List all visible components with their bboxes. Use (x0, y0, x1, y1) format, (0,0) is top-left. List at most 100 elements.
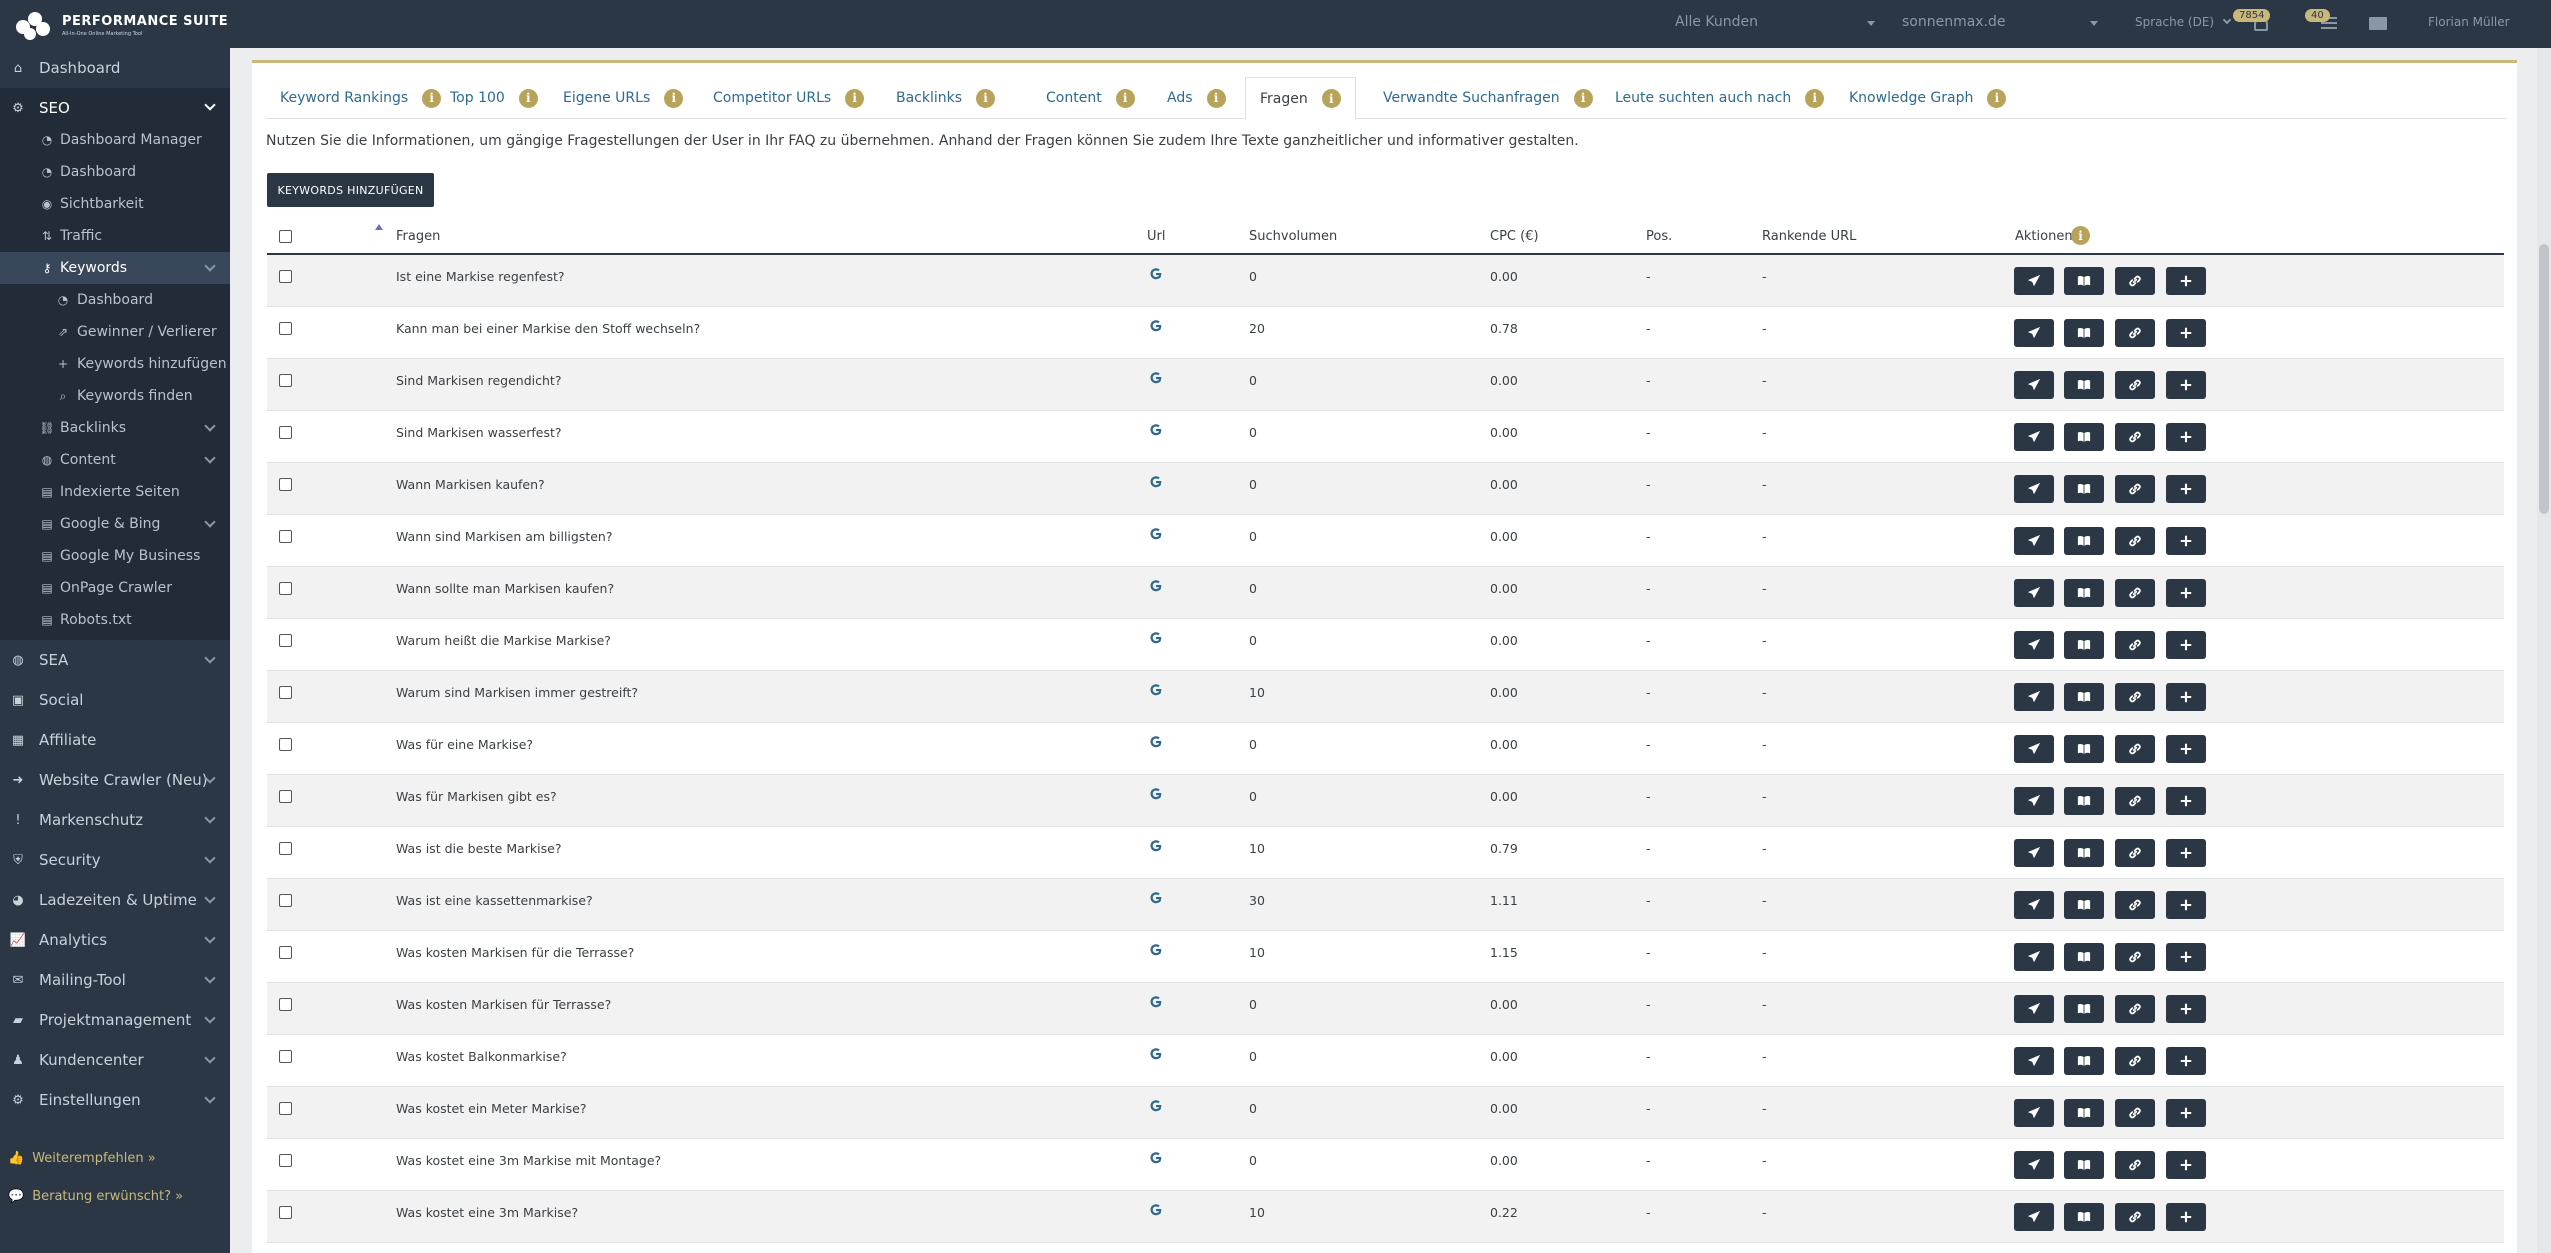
scrollbar[interactable] (2537, 48, 2551, 1253)
google-icon[interactable] (1149, 1047, 1163, 1061)
link-button[interactable] (2115, 371, 2155, 399)
row-checkbox[interactable] (279, 1154, 292, 1167)
book-button[interactable] (2064, 527, 2104, 555)
add-button[interactable] (2166, 943, 2206, 971)
google-icon[interactable] (1149, 735, 1163, 749)
info-icon[interactable]: i (518, 88, 538, 108)
send-button[interactable] (2014, 735, 2054, 763)
google-icon[interactable] (1149, 943, 1163, 957)
send-button[interactable] (2014, 995, 2054, 1023)
info-icon[interactable]: i (1573, 88, 1593, 108)
sidebar-sub-robots[interactable]: ▤ Robots.txt (0, 604, 230, 636)
domain-select[interactable]: sonnenmax.de (1902, 14, 2098, 30)
send-button[interactable] (2014, 1099, 2054, 1127)
col-header-ranking-url[interactable]: Rankende URL (1762, 229, 1856, 244)
app-logo[interactable]: PERFORMANCE SUITE All-In-One Online Mark… (14, 8, 244, 42)
info-icon[interactable]: i (1321, 89, 1341, 108)
tab-verwandte-suchanfragen[interactable]: Verwandte Suchanfragen i (1369, 77, 1607, 119)
add-button[interactable] (2166, 475, 2206, 503)
link-button[interactable] (2115, 475, 2155, 503)
send-button[interactable] (2014, 527, 2054, 555)
add-button[interactable] (2166, 839, 2206, 867)
google-icon[interactable] (1149, 683, 1163, 697)
google-icon[interactable] (1149, 1099, 1163, 1113)
google-icon[interactable] (1149, 527, 1163, 541)
book-button[interactable] (2064, 475, 2104, 503)
info-icon[interactable]: i (664, 88, 684, 108)
link-button[interactable] (2115, 683, 2155, 711)
add-button[interactable] (2166, 735, 2206, 763)
sidebar-sub-dashboard[interactable]: ◔ Dashboard (0, 156, 230, 188)
send-button[interactable] (2014, 1151, 2054, 1179)
row-checkbox[interactable] (279, 738, 292, 751)
link-button[interactable] (2115, 1203, 2155, 1231)
sidebar-sub-keywords[interactable]: ⚷ Keywords (0, 252, 230, 284)
google-icon[interactable] (1149, 423, 1163, 437)
send-button[interactable] (2014, 579, 2054, 607)
sidebar-sub-gmb[interactable]: ▤ Google My Business (0, 540, 230, 572)
col-header-cpc[interactable]: CPC (€) (1490, 229, 1539, 244)
row-checkbox[interactable] (279, 1102, 292, 1115)
row-checkbox[interactable] (279, 894, 292, 907)
send-button[interactable] (2014, 423, 2054, 451)
send-button[interactable] (2014, 683, 2054, 711)
row-checkbox[interactable] (279, 1050, 292, 1063)
book-button[interactable] (2064, 1203, 2104, 1231)
sidebar-sub-content[interactable]: ◍ Content (0, 444, 230, 476)
row-checkbox[interactable] (279, 1206, 292, 1219)
link-button[interactable] (2115, 735, 2155, 763)
mail-icon[interactable] (2369, 17, 2387, 30)
language-select[interactable]: Sprache (DE) (2135, 15, 2232, 29)
row-checkbox[interactable] (279, 998, 292, 1011)
book-button[interactable] (2064, 1047, 2104, 1075)
info-icon[interactable]: i (976, 88, 996, 108)
google-icon[interactable] (1149, 267, 1163, 281)
tab-fragen[interactable]: Fragen i (1245, 77, 1356, 120)
google-icon[interactable] (1149, 319, 1163, 333)
google-icon[interactable] (1149, 371, 1163, 385)
select-all-checkbox[interactable] (279, 230, 292, 243)
link-button[interactable] (2115, 319, 2155, 347)
sidebar-sub-gewinner[interactable]: ⇗ Gewinner / Verlierer (0, 316, 230, 348)
add-button[interactable] (2166, 1151, 2206, 1179)
book-button[interactable] (2064, 943, 2104, 971)
add-button[interactable] (2166, 683, 2206, 711)
book-button[interactable] (2064, 683, 2104, 711)
send-button[interactable] (2014, 943, 2054, 971)
add-button[interactable] (2166, 1203, 2206, 1231)
send-button[interactable] (2014, 787, 2054, 815)
info-icon[interactable]: i (1805, 88, 1825, 108)
tab-backlinks[interactable]: Backlinks i (882, 77, 1009, 119)
add-button[interactable] (2166, 267, 2206, 295)
book-button[interactable] (2064, 319, 2104, 347)
row-checkbox[interactable] (279, 530, 292, 543)
add-button[interactable] (2166, 579, 2206, 607)
tab-ads[interactable]: Ads i (1153, 77, 1240, 119)
link-button[interactable] (2115, 1099, 2155, 1127)
info-icon[interactable]: i (1987, 88, 2007, 108)
tab-eigene-urls[interactable]: Eigene URLs i (549, 77, 697, 119)
add-button[interactable] (2166, 787, 2206, 815)
link-button[interactable] (2115, 631, 2155, 659)
book-button[interactable] (2064, 735, 2104, 763)
link-button[interactable] (2115, 579, 2155, 607)
book-button[interactable] (2064, 579, 2104, 607)
sidebar-sub-dashboard-manager[interactable]: ◔ Dashboard Manager (0, 124, 230, 156)
tab-keyword-rankings[interactable]: Keyword Rankings i (266, 77, 455, 119)
google-icon[interactable] (1149, 579, 1163, 593)
send-button[interactable] (2014, 267, 2054, 295)
tab-leute-suchten[interactable]: Leute suchten auch nach i (1601, 77, 1838, 119)
add-button[interactable] (2166, 995, 2206, 1023)
info-icon[interactable]: i (1206, 88, 1226, 108)
add-keywords-button[interactable]: KEYWORDS HINZUFÜGEN (267, 173, 434, 207)
link-button[interactable] (2115, 995, 2155, 1023)
sidebar-sub-google-bing[interactable]: ▤ Google & Bing (0, 508, 230, 540)
info-icon[interactable]: i (2071, 226, 2090, 245)
add-button[interactable] (2166, 527, 2206, 555)
google-icon[interactable] (1149, 1151, 1163, 1165)
add-button[interactable] (2166, 1099, 2206, 1127)
sidebar-sub-onpage[interactable]: ▤ OnPage Crawler (0, 572, 230, 604)
link-button[interactable] (2115, 891, 2155, 919)
google-icon[interactable] (1149, 475, 1163, 489)
recommend-link[interactable]: 👍 Weiterempfehlen » (8, 1151, 156, 1166)
